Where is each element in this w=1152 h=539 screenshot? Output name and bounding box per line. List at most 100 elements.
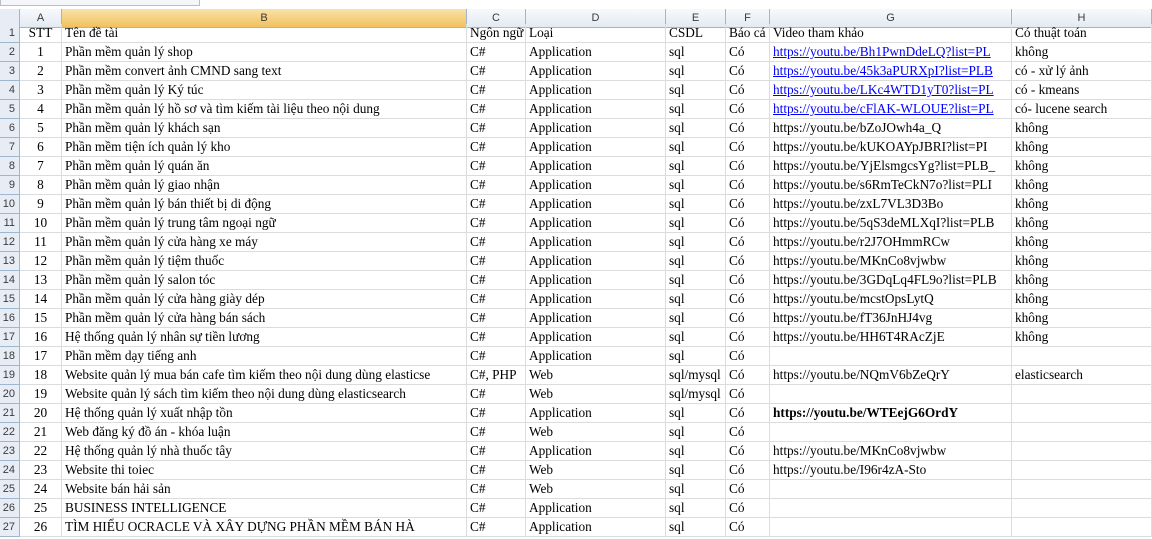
cell-baocao[interactable]: Có	[726, 119, 770, 138]
cell-csdl[interactable]: CSDL	[666, 24, 726, 43]
cell-csdl[interactable]: sql	[666, 138, 726, 157]
cell-video[interactable]: https://youtu.be/s6RmTeCkN7o?list=PLI	[770, 176, 1012, 195]
cell-loai[interactable]: Application	[526, 62, 666, 81]
cell-thuattoan[interactable]: không	[1012, 138, 1152, 157]
row-header-12[interactable]: 12	[0, 233, 20, 252]
cell-ten[interactable]: Phần mềm quản lý bán thiết bị di động	[62, 195, 467, 214]
row-header-27[interactable]: 27	[0, 518, 20, 537]
cell-thuattoan[interactable]	[1012, 404, 1152, 423]
row-header-3[interactable]: 3	[0, 62, 20, 81]
cell-csdl[interactable]: sql	[666, 518, 726, 537]
row-header-21[interactable]: 21	[0, 404, 20, 423]
cell-loai[interactable]: Application	[526, 271, 666, 290]
cell-loai[interactable]: Web	[526, 461, 666, 480]
cell-baocao[interactable]: Có	[726, 214, 770, 233]
cell-thuattoan[interactable]: không	[1012, 290, 1152, 309]
cell-thuattoan[interactable]	[1012, 499, 1152, 518]
cell-video[interactable]: https://youtu.be/MKnCo8vjwbw	[770, 442, 1012, 461]
cell-stt[interactable]: STT	[20, 24, 62, 43]
cell-ten[interactable]: TÌM HIỂU OCRACLE VÀ XÂY DỰNG PHẦN MỀM BÁ…	[62, 518, 467, 537]
cell-baocao[interactable]: Có	[726, 461, 770, 480]
cell-loai[interactable]: Loại	[526, 24, 666, 43]
row-header-20[interactable]: 20	[0, 385, 20, 404]
cell-ten[interactable]: Phần mềm quản lý cửa hàng bán sách	[62, 309, 467, 328]
cell-csdl[interactable]: sql	[666, 157, 726, 176]
row-header-19[interactable]: 19	[0, 366, 20, 385]
cell-csdl[interactable]: sql	[666, 81, 726, 100]
row-header-10[interactable]: 10	[0, 195, 20, 214]
cell-csdl[interactable]: sql	[666, 347, 726, 366]
cell-stt[interactable]: 8	[20, 176, 62, 195]
cell-stt[interactable]: 26	[20, 518, 62, 537]
cell-video[interactable]: https://youtu.be/fT36JnHJ4vg	[770, 309, 1012, 328]
cell-loai[interactable]: Web	[526, 423, 666, 442]
cell-ngonngu[interactable]: C#	[467, 252, 526, 271]
cell-ten[interactable]: Website thi toiec	[62, 461, 467, 480]
cell-baocao[interactable]: Có	[726, 404, 770, 423]
cell-ten[interactable]: Phần mềm quản lý cửa hàng giày dép	[62, 290, 467, 309]
cell-stt[interactable]: 23	[20, 461, 62, 480]
cell-ten[interactable]: Phần mềm quản lý trung tâm ngoại ngữ	[62, 214, 467, 233]
cell-baocao[interactable]: Có	[726, 423, 770, 442]
cell-loai[interactable]: Application	[526, 43, 666, 62]
cell-baocao[interactable]: Có	[726, 328, 770, 347]
cell-csdl[interactable]: sql	[666, 62, 726, 81]
cell-csdl[interactable]: sql/mysql	[666, 366, 726, 385]
cell-loai[interactable]: Application	[526, 100, 666, 119]
cell-ngonngu[interactable]: Ngôn ngữ	[467, 24, 526, 43]
row-header-13[interactable]: 13	[0, 252, 20, 271]
cell-thuattoan[interactable]	[1012, 442, 1152, 461]
cell-stt[interactable]: 21	[20, 423, 62, 442]
cell-baocao[interactable]: Có	[726, 138, 770, 157]
cell-thuattoan[interactable]: có - xử lý ảnh	[1012, 62, 1152, 81]
cell-ngonngu[interactable]: C#	[467, 271, 526, 290]
cell-loai[interactable]: Web	[526, 366, 666, 385]
cell-ten[interactable]: BUSINESS INTELLIGENCE	[62, 499, 467, 518]
cell-csdl[interactable]: sql	[666, 233, 726, 252]
cell-stt[interactable]: 22	[20, 442, 62, 461]
cell-ngonngu[interactable]: C#	[467, 214, 526, 233]
cell-loai[interactable]: Application	[526, 233, 666, 252]
cell-stt[interactable]: 12	[20, 252, 62, 271]
cell-ngonngu[interactable]: C#	[467, 461, 526, 480]
cell-ngonngu[interactable]: C#	[467, 404, 526, 423]
cell-csdl[interactable]: sql	[666, 290, 726, 309]
cell-ngonngu[interactable]: C#	[467, 233, 526, 252]
cell-video[interactable]: Video tham khảo	[770, 24, 1012, 43]
cell-thuattoan[interactable]: Có thuật toán	[1012, 24, 1152, 43]
cell-loai[interactable]: Application	[526, 138, 666, 157]
cell-baocao[interactable]: Có	[726, 309, 770, 328]
cell-baocao[interactable]: Có	[726, 480, 770, 499]
cell-ten[interactable]: Hệ thống quản lý xuất nhập tồn	[62, 404, 467, 423]
cell-ngonngu[interactable]: C#	[467, 100, 526, 119]
cell-video[interactable]: https://youtu.be/3GDqLq4FL9o?list=PLB	[770, 271, 1012, 290]
cell-video[interactable]: https://youtu.be/MKnCo8vjwbw	[770, 252, 1012, 271]
cell-thuattoan[interactable]: không	[1012, 214, 1152, 233]
cell-ten[interactable]: Phần mềm convert ảnh CMND sang text	[62, 62, 467, 81]
cell-stt[interactable]: 18	[20, 366, 62, 385]
cell-baocao[interactable]: Có	[726, 518, 770, 537]
cell-stt[interactable]: 15	[20, 309, 62, 328]
cell-thuattoan[interactable]	[1012, 480, 1152, 499]
cell-loai[interactable]: Application	[526, 195, 666, 214]
cell-stt[interactable]: 3	[20, 81, 62, 100]
cell-thuattoan[interactable]: không	[1012, 328, 1152, 347]
cell-video[interactable]	[770, 480, 1012, 499]
cell-video[interactable]: https://youtu.be/WTEejG6OrdY	[770, 404, 1012, 423]
cell-loai[interactable]: Application	[526, 214, 666, 233]
cell-video[interactable]: https://youtu.be/mcstOpsLytQ	[770, 290, 1012, 309]
cell-csdl[interactable]: sql/mysql	[666, 385, 726, 404]
row-header-8[interactable]: 8	[0, 157, 20, 176]
row-header-4[interactable]: 4	[0, 81, 20, 100]
row-header-1[interactable]: 1	[0, 24, 20, 43]
cell-thuattoan[interactable]: có - kmeans	[1012, 81, 1152, 100]
cell-video[interactable]: https://youtu.be/cFlAK-WLOUE?list=PL	[770, 100, 1012, 119]
cell-stt[interactable]: 6	[20, 138, 62, 157]
cell-stt[interactable]: 19	[20, 385, 62, 404]
cell-loai[interactable]: Application	[526, 518, 666, 537]
cell-csdl[interactable]: sql	[666, 214, 726, 233]
cell-baocao[interactable]: Có	[726, 271, 770, 290]
cell-stt[interactable]: 11	[20, 233, 62, 252]
cell-video[interactable]: https://youtu.be/LKc4WTD1yT0?list=PL	[770, 81, 1012, 100]
row-header-18[interactable]: 18	[0, 347, 20, 366]
